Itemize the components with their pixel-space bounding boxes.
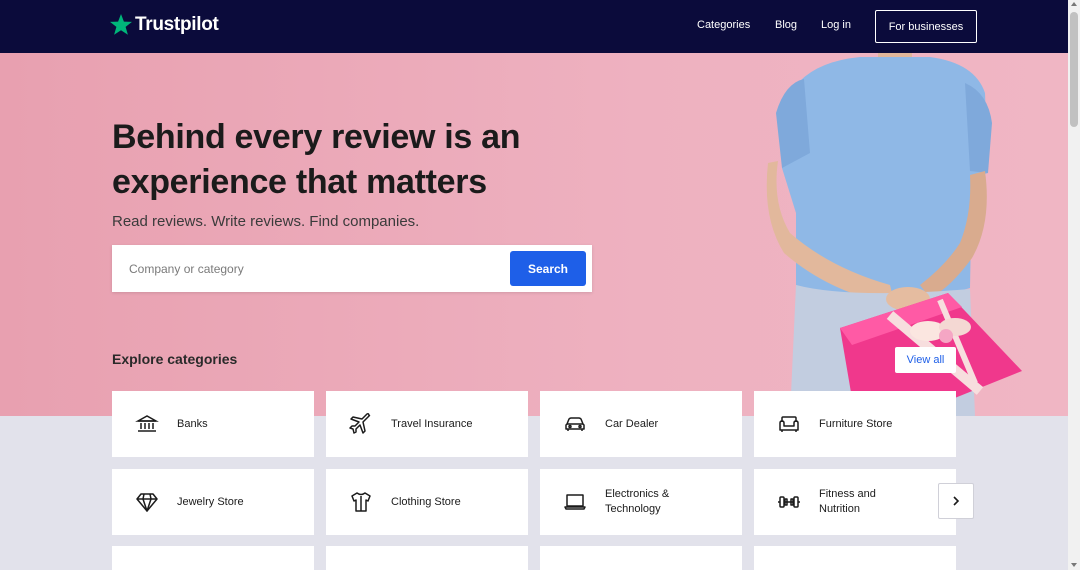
category-card-partial[interactable] — [754, 546, 956, 570]
diamond-icon — [135, 490, 159, 514]
category-card-jewelry-store[interactable]: Jewelry Store — [112, 469, 314, 535]
category-card-clothing-store[interactable]: Clothing Store — [326, 469, 528, 535]
scroll-up-arrow-icon[interactable] — [1071, 2, 1077, 6]
category-card-banks[interactable]: Banks — [112, 391, 314, 457]
sofa-icon — [777, 412, 801, 436]
hero-subtitle: Read reviews. Write reviews. Find compan… — [112, 213, 420, 230]
nav-categories[interactable]: Categories — [697, 19, 750, 31]
category-label: Jewelry Store — [177, 495, 244, 508]
hero-section: Behind every review is an experience tha… — [0, 53, 1068, 416]
category-card-furniture-store[interactable]: Furniture Store — [754, 391, 956, 457]
carousel-next-button[interactable] — [938, 483, 974, 519]
category-label: Furniture Store — [819, 417, 893, 430]
laptop-icon — [563, 490, 587, 514]
car-icon — [563, 412, 587, 436]
explore-categories-heading: Explore categories — [112, 351, 238, 367]
view-all-link[interactable]: View all — [895, 347, 956, 373]
category-card-partial[interactable] — [540, 546, 742, 570]
top-navigation: Trustpilot Categories Blog Log in For bu… — [0, 0, 1068, 53]
nav-log-in[interactable]: Log in — [821, 19, 851, 31]
category-card-partial[interactable] — [326, 546, 528, 570]
category-card-travel-insurance[interactable]: Travel Insurance — [326, 391, 528, 457]
category-label: Fitness and Nutrition — [819, 488, 876, 515]
search-button[interactable]: Search — [510, 251, 586, 286]
shirt-icon — [349, 490, 373, 514]
category-label: Electronics & Technology — [605, 488, 670, 515]
scrollbar-thumb[interactable] — [1070, 12, 1078, 127]
logo-text: Trustpilot — [135, 14, 219, 35]
chevron-right-icon — [953, 496, 960, 506]
bank-icon — [135, 412, 159, 436]
search-input[interactable] — [112, 245, 507, 292]
scroll-down-arrow-icon[interactable] — [1071, 563, 1077, 567]
search-bar: Search — [112, 245, 592, 292]
hero-title: Behind every review is an experience tha… — [112, 118, 521, 201]
category-card-fitness-nutrition[interactable]: Fitness and Nutrition — [754, 469, 956, 535]
trustpilot-logo[interactable]: Trustpilot — [109, 13, 219, 37]
dumbbell-icon — [777, 490, 801, 514]
star-icon — [110, 14, 132, 35]
category-card-partial[interactable] — [112, 546, 314, 570]
airplane-icon — [349, 412, 373, 436]
category-label: Banks — [177, 417, 208, 430]
category-card-car-dealer[interactable]: Car Dealer — [540, 391, 742, 457]
category-label: Travel Insurance — [391, 417, 473, 430]
category-label: Clothing Store — [391, 495, 461, 508]
category-card-electronics-technology[interactable]: Electronics & Technology — [540, 469, 742, 535]
nav-blog[interactable]: Blog — [775, 19, 797, 31]
category-label: Car Dealer — [605, 417, 659, 430]
for-businesses-button[interactable]: For businesses — [875, 10, 977, 43]
